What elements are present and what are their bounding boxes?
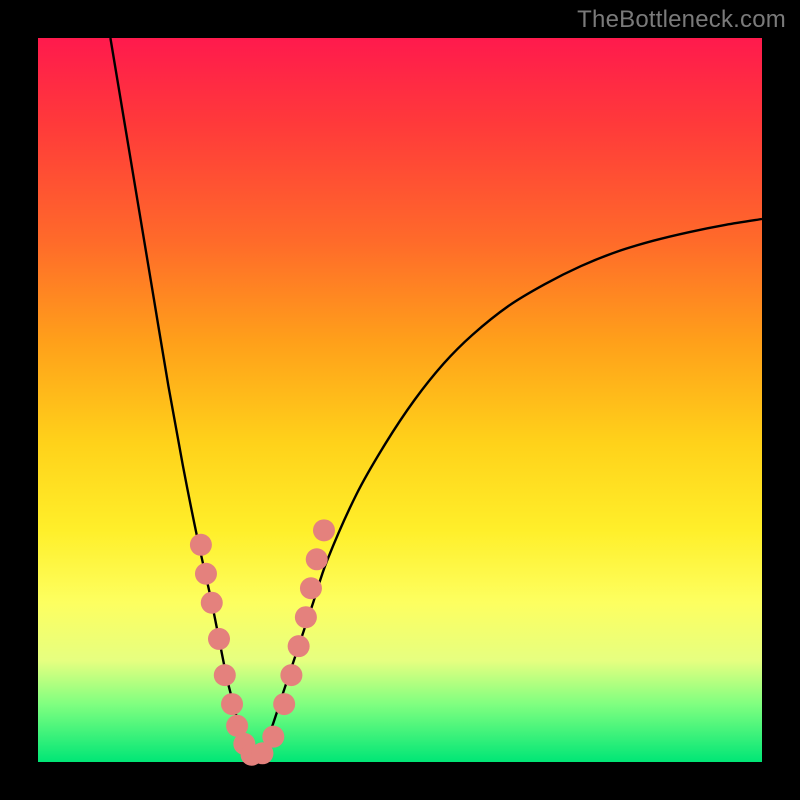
marker-point [306,548,328,570]
marker-point [208,628,230,650]
marker-group [190,519,335,765]
chart-svg [38,38,762,762]
marker-point [195,563,217,585]
chart-frame: TheBottleneck.com [0,0,800,800]
marker-point [221,693,243,715]
marker-point [295,606,317,628]
marker-point [190,534,212,556]
marker-point [214,664,236,686]
marker-point [288,635,310,657]
marker-point [273,693,295,715]
marker-point [280,664,302,686]
marker-point [313,519,335,541]
watermark-text: TheBottleneck.com [577,6,786,34]
curve-group [110,38,762,762]
marker-point [300,577,322,599]
curve-left-branch [110,38,255,762]
curve-right-branch [255,219,762,762]
marker-point [262,726,284,748]
marker-point [201,592,223,614]
